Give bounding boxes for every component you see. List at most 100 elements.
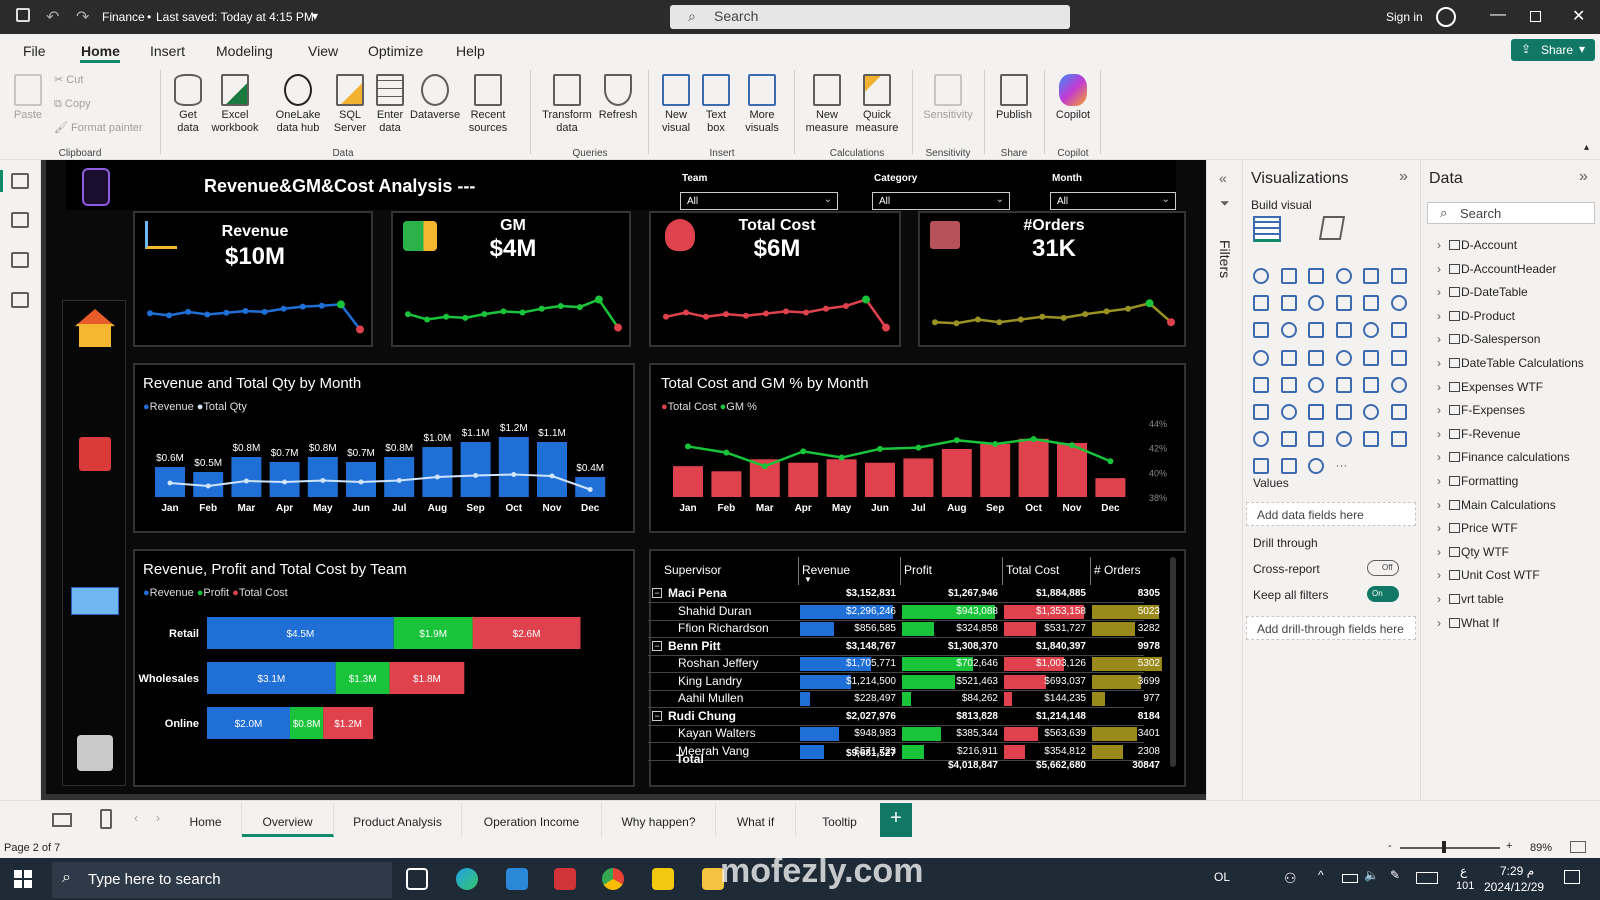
visual-type-icon[interactable] (1363, 295, 1379, 312)
menu-home[interactable]: Home (81, 43, 120, 59)
filters-pane-collapsed[interactable]: « ⏷ Filters (1206, 160, 1242, 800)
redo-icon[interactable]: ↷ (76, 7, 89, 27)
visual-type-icon[interactable] (1253, 349, 1269, 366)
table-row[interactable]: Roshan Jeffery $1,705,771 $702,646 $1,003,1… (648, 655, 1164, 673)
team-page-icon[interactable] (77, 735, 113, 771)
mobile-layout-icon[interactable] (100, 809, 112, 829)
account-icon[interactable] (1436, 7, 1456, 27)
page-tab-why-happen[interactable]: Why happen? (602, 803, 716, 837)
title-dropdown-icon[interactable]: ▾ (312, 9, 318, 23)
visual-type-icon[interactable] (1335, 404, 1352, 420)
visual-type-icon[interactable] (1335, 376, 1352, 393)
table-row[interactable]: Ffion Richardson $856,585 $324,858 $531,727… (648, 620, 1164, 638)
cost-gm-chart[interactable]: Total Cost and GM % by Month ●Total Cost… (649, 363, 1186, 533)
visual-type-icon[interactable] (1253, 404, 1269, 420)
title-search-input[interactable]: ⌕ Search (670, 5, 1070, 29)
keyboard-icon[interactable] (1416, 872, 1438, 884)
cut-button[interactable]: ✂ Cut (54, 74, 83, 87)
collapse-group-icon[interactable]: − (652, 588, 662, 598)
zoom-slider-thumb[interactable] (1442, 841, 1446, 853)
page-tab-product-analysis[interactable]: Product Analysis (334, 803, 462, 837)
visual-type-icon[interactable] (1390, 376, 1407, 393)
visual-type-icon[interactable] (1390, 268, 1407, 284)
copy-button[interactable]: ⧉ Copy (54, 98, 91, 111)
keyboard-layout[interactable]: ع (1460, 864, 1467, 878)
zoom-out-icon[interactable]: - (1388, 840, 1392, 852)
visual-type-icon[interactable] (1280, 431, 1297, 448)
minimize-icon[interactable]: — (1490, 6, 1506, 24)
visual-type-icon[interactable] (1390, 431, 1407, 448)
paste-button[interactable]: Paste (10, 74, 46, 122)
table-row[interactable]: King Landry $1,214,500 $521,463 $693,037 369… (648, 673, 1164, 691)
recent-sources-button[interactable]: Recent sources (466, 74, 510, 135)
share-button[interactable]: ⇪ Share ▾ (1511, 39, 1595, 61)
menu-file[interactable]: File (23, 43, 46, 59)
visual-type-icon[interactable] (1335, 322, 1352, 339)
kpi-card-revenue[interactable]: Revenue $10M (133, 211, 373, 347)
visual-type-icon[interactable] (1335, 295, 1352, 312)
people-icon[interactable]: ⚇ (1284, 870, 1297, 887)
close-icon[interactable]: ✕ (1572, 6, 1585, 26)
mail-icon[interactable] (506, 868, 528, 890)
get-data-button[interactable]: Get data (168, 74, 208, 135)
visual-type-icon[interactable] (1280, 458, 1297, 475)
data-table-item[interactable]: Formatting (1437, 474, 1519, 488)
data-table-item[interactable]: D-AccountHeader (1437, 262, 1556, 276)
visual-type-icon[interactable] (1390, 404, 1407, 420)
menu-view[interactable]: View (308, 43, 338, 59)
collapse-group-icon[interactable]: − (652, 640, 662, 651)
keep-filters-toggle[interactable]: On (1367, 586, 1399, 602)
menu-insert[interactable]: Insert (150, 43, 185, 59)
format-visual-tab-icon[interactable] (1318, 216, 1346, 240)
collapse-viz-pane-icon[interactable]: » (1399, 168, 1408, 186)
data-table-item[interactable]: Expenses WTF (1437, 380, 1543, 394)
page-tab-overview[interactable]: Overview (242, 803, 334, 837)
matrix-group-row[interactable]: − Rudi Chung $2,027,976 $813,828 $1,214,148 8… (648, 708, 1164, 726)
data-table-item[interactable]: Finance calculations (1437, 450, 1570, 464)
visual-type-icon[interactable] (1308, 295, 1324, 312)
visual-type-icon[interactable] (1253, 295, 1269, 312)
col-header-orders[interactable]: # Orders (1094, 563, 1141, 577)
month-slicer[interactable]: All ⌄ (1050, 192, 1176, 210)
matrix-group-row[interactable]: − Benn Pitt $3,148,767 $1,308,370 $1,840,397… (648, 638, 1164, 656)
sensitivity-button[interactable]: Sensitivity (918, 74, 978, 122)
text-box-button[interactable]: Text box (698, 74, 734, 135)
visual-type-icon[interactable] (1253, 458, 1269, 475)
maximize-icon[interactable] (1530, 11, 1541, 22)
format-painter-button[interactable]: 🖌 Format painter (54, 122, 143, 135)
visual-type-icon[interactable] (1390, 295, 1407, 312)
windows-start-icon[interactable] (14, 870, 32, 888)
team-breakdown-chart[interactable]: Revenue, Profit and Total Cost by Team ●… (133, 549, 635, 787)
enter-data-button[interactable]: Enter data (372, 74, 408, 135)
category-slicer[interactable]: All ⌄ (872, 192, 1010, 210)
menu-help[interactable]: Help (456, 43, 485, 59)
drill-through-drop-well[interactable]: Add drill-through fields here (1246, 616, 1416, 640)
excel-workbook-button[interactable]: Excel workbook (210, 74, 260, 135)
visual-type-icon[interactable] (1253, 268, 1269, 284)
visual-type-icon[interactable] (1363, 268, 1379, 284)
collapse-group-icon[interactable]: − (652, 710, 662, 721)
visual-type-icon[interactable] (1308, 268, 1324, 284)
language-indicator[interactable]: OL (1214, 870, 1230, 884)
data-table-item[interactable]: D-Product (1437, 309, 1515, 323)
visual-type-icon[interactable] (1363, 376, 1379, 393)
onelake-button[interactable]: OneLake data hub (270, 74, 326, 135)
data-table-item[interactable]: Main Calculations (1437, 498, 1556, 512)
edge-browser-icon[interactable] (456, 868, 478, 890)
volume-icon[interactable]: 🔈 (1364, 868, 1379, 882)
visual-type-icon[interactable] (1308, 349, 1324, 366)
dataverse-button[interactable]: Dataverse (410, 74, 460, 122)
keyboard-layout-code[interactable]: 101 (1456, 880, 1474, 892)
fit-page-icon[interactable] (1570, 841, 1586, 853)
table-view-icon[interactable] (11, 212, 29, 228)
visual-type-icon[interactable] (1308, 458, 1324, 475)
zoom-slider[interactable] (1400, 847, 1500, 849)
page-tab-home[interactable]: Home (170, 803, 242, 837)
expand-filters-icon[interactable]: « (1219, 170, 1227, 186)
cross-report-toggle[interactable]: Off (1367, 560, 1399, 576)
data-table-item[interactable]: F-Expenses (1437, 403, 1525, 417)
visual-type-icon[interactable] (1308, 322, 1324, 339)
new-measure-button[interactable]: New measure (802, 74, 852, 135)
more-visuals-icon[interactable]: ··· (1336, 458, 1352, 474)
copilot-button[interactable]: Copilot (1050, 74, 1096, 122)
